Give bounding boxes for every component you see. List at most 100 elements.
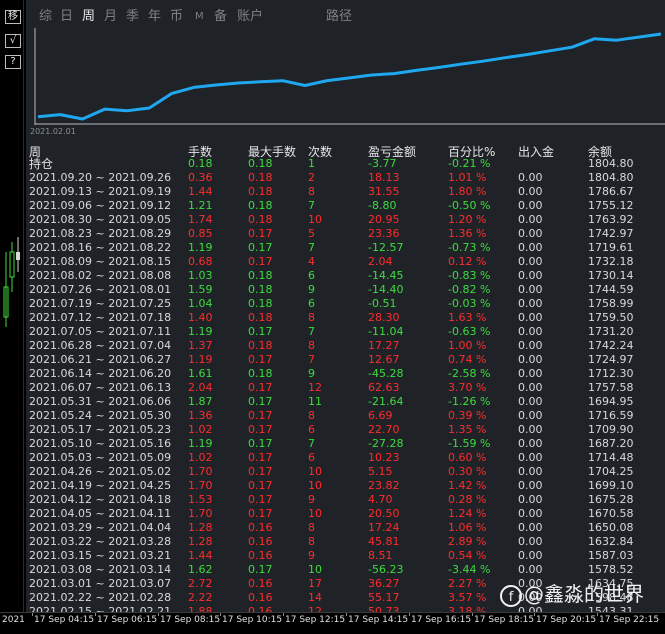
row-balance: 1731.20 <box>588 325 634 338</box>
row-lots: 1.04 <box>188 297 213 310</box>
time-axis-label: 17 Sep 04:15 <box>34 615 95 625</box>
row-balance: 1712.30 <box>588 367 634 380</box>
row-max-lots: 0.18 <box>248 367 273 380</box>
row-pnl: -12.57 <box>368 241 404 254</box>
row-pnl: 23.36 <box>368 227 400 240</box>
row-lots: 1.74 <box>188 213 213 226</box>
row-deposit-withdrawal: 0.00 <box>518 185 543 198</box>
tab-yearly[interactable]: 年 <box>148 8 161 26</box>
row-pnl: 22.70 <box>368 423 400 436</box>
table-row: 2021.07.12 ~ 2021.07.18 1.40 0.18 8 28.30 1.6… <box>26 311 665 325</box>
row-count: 6 <box>308 423 315 436</box>
checkmark-icon[interactable]: √ <box>5 34 21 48</box>
row-balance: 1694.95 <box>588 395 634 408</box>
chart-separator <box>23 0 24 612</box>
help-icon[interactable]: ? <box>5 55 21 69</box>
row-pnl: 12.67 <box>368 353 400 366</box>
row-max-lots: 0.17 <box>248 395 273 408</box>
row-week: 2021.04.12 ~ 2021.04.18 <box>29 493 172 506</box>
row-max-lots: 0.18 <box>248 339 273 352</box>
row-pnl: -21.64 <box>368 395 404 408</box>
row-count: 10 <box>308 479 322 492</box>
row-pnl: 36.27 <box>368 577 400 590</box>
table-header: 周 手数 最大手数 次数 盈亏金额 百分比% 出入金 余额 <box>26 143 665 159</box>
row-week: 2021.05.03 ~ 2021.05.09 <box>29 451 172 464</box>
row-percent: 1.42 % <box>448 479 487 492</box>
row-percent: -1.26 % <box>448 395 491 408</box>
row-count: 10 <box>308 465 322 478</box>
row-lots: 1.53 <box>188 493 213 506</box>
row-week: 2021.06.14 ~ 2021.06.20 <box>29 367 172 380</box>
row-deposit-withdrawal: 0.00 <box>518 409 543 422</box>
holding-label: 持仓 <box>29 157 54 171</box>
row-percent: 3.57 % <box>448 591 487 604</box>
tab-notes[interactable]: 备 <box>214 8 227 26</box>
row-percent: 0.54 % <box>448 549 487 562</box>
table-row: 2021.08.02 ~ 2021.08.08 1.03 0.18 6 -14.45 -0… <box>26 269 665 283</box>
table-row: 2021.07.05 ~ 2021.07.11 1.19 0.17 7 -11.04 -0… <box>26 325 665 339</box>
row-pnl: 5.15 <box>368 465 393 478</box>
table-row: 2021.05.24 ~ 2021.05.30 1.36 0.17 8 6.69 0.39… <box>26 409 665 423</box>
time-axis-label: 17 Sep 08:15 <box>160 615 221 625</box>
row-percent: 0.39 % <box>448 409 487 422</box>
tab-m[interactable]: M <box>195 8 204 26</box>
row-balance: 1632.84 <box>588 535 634 548</box>
row-percent: 1.20 % <box>448 213 487 226</box>
table-row: 2021.09.06 ~ 2021.09.12 1.21 0.18 7 -8.80 -0.… <box>26 199 665 213</box>
row-deposit-withdrawal: 0.00 <box>518 395 543 408</box>
table-row: 2021.08.16 ~ 2021.08.22 1.19 0.17 7 -12.57 -0… <box>26 241 665 255</box>
row-balance: 1759.50 <box>588 311 634 324</box>
row-deposit-withdrawal: 0.00 <box>518 465 543 478</box>
tab-account[interactable]: 账户 <box>237 8 263 26</box>
tab-daily[interactable]: 日 <box>60 8 73 26</box>
time-axis-tickmark <box>158 613 159 616</box>
row-week: 2021.05.31 ~ 2021.06.06 <box>29 395 172 408</box>
row-count: 14 <box>308 591 322 604</box>
row-lots: 1.19 <box>188 437 213 450</box>
row-percent: -2.58 % <box>448 367 491 380</box>
row-percent: -0.82 % <box>448 283 491 296</box>
row-max-lots: 0.17 <box>248 465 273 478</box>
time-axis-tickmark <box>283 613 284 616</box>
row-percent: 1.01 % <box>448 171 487 184</box>
tab-monthly[interactable]: 月 <box>104 8 117 26</box>
time-axis: 2021 17 Sep 04:15 17 Sep 06:15 17 Sep 08:1… <box>0 612 665 634</box>
left-toolbar: 移 √ ? <box>0 0 24 612</box>
row-percent: 0.60 % <box>448 451 487 464</box>
row-deposit-withdrawal: 0.00 <box>518 507 543 520</box>
row-max-lots: 0.18 <box>248 199 273 212</box>
row-percent: -0.50 % <box>448 199 491 212</box>
row-lots: 1.70 <box>188 507 213 520</box>
row-count: 7 <box>308 325 315 338</box>
table-row: 2021.06.07 ~ 2021.06.13 2.04 0.17 12 62.63 3.… <box>26 381 665 395</box>
row-deposit-withdrawal: 0.00 <box>518 381 543 394</box>
row-pnl: 55.17 <box>368 591 400 604</box>
row-lots: 0.68 <box>188 255 213 268</box>
move-icon[interactable]: 移 <box>5 10 21 24</box>
tab-summary[interactable]: 综 <box>39 8 52 26</box>
row-percent: 1.63 % <box>448 311 487 324</box>
row-percent: 0.30 % <box>448 465 487 478</box>
tab-quarterly[interactable]: 季 <box>126 8 139 26</box>
row-count: 8 <box>308 185 315 198</box>
row-percent: 2.27 % <box>448 577 487 590</box>
row-week: 2021.05.24 ~ 2021.05.30 <box>29 409 172 422</box>
row-max-lots: 0.17 <box>248 437 273 450</box>
row-count: 9 <box>308 367 315 380</box>
row-deposit-withdrawal: 0.00 <box>518 437 543 450</box>
row-lots: 1.62 <box>188 563 213 576</box>
row-balance: 1675.28 <box>588 493 634 506</box>
row-count: 2 <box>308 171 315 184</box>
row-pnl: 20.95 <box>368 213 400 226</box>
tab-path[interactable]: 路径 <box>326 8 352 26</box>
holding-balance: 1804.80 <box>588 157 634 170</box>
row-balance: 1709.90 <box>588 423 634 436</box>
watermark: f @鑫淼的世界 <box>500 578 644 607</box>
equity-line <box>37 32 662 121</box>
row-deposit-withdrawal: 0.00 <box>518 493 543 506</box>
row-count: 9 <box>308 549 315 562</box>
tab-weekly[interactable]: 周 <box>82 8 95 26</box>
row-count: 8 <box>308 521 315 534</box>
tab-currency[interactable]: 币 <box>170 8 183 26</box>
row-pnl: 45.81 <box>368 535 400 548</box>
